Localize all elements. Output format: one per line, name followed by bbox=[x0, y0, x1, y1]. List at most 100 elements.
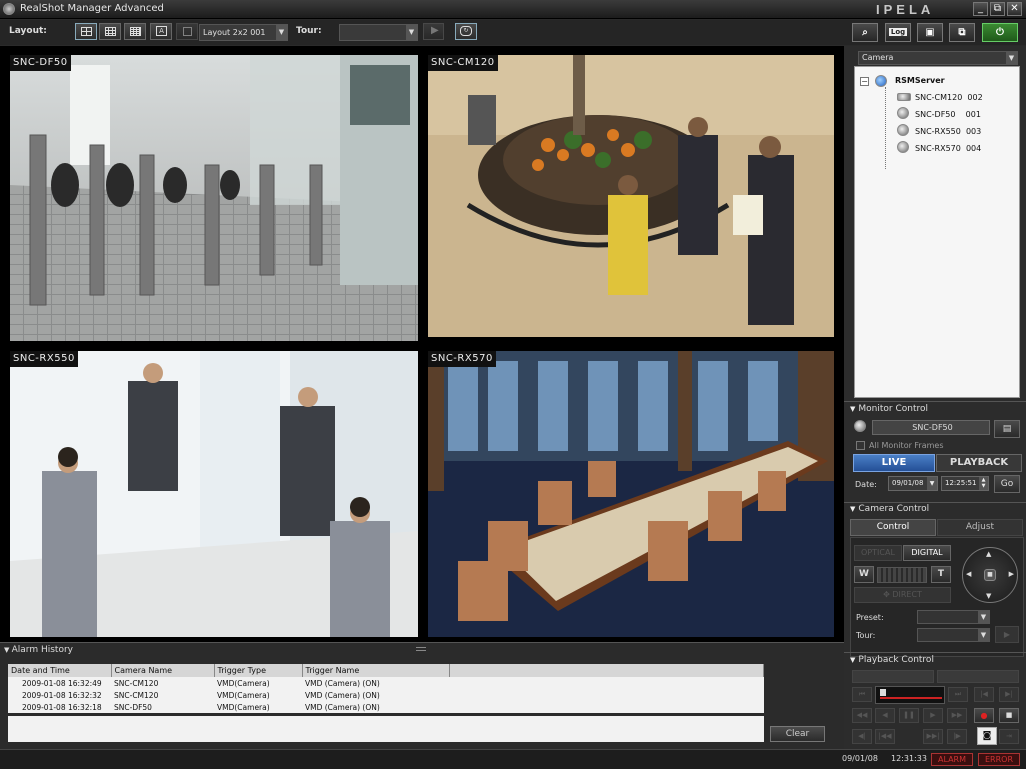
export-icon: ⇥ bbox=[1006, 732, 1012, 740]
close-button[interactable]: ✕ bbox=[1007, 2, 1022, 16]
alarm-history-title[interactable]: ▼ Alarm History bbox=[4, 645, 73, 655]
error-indicator[interactable]: ERROR bbox=[978, 753, 1020, 766]
ptz-direction-pad[interactable]: ▲ ▼ ◀ ▶ ■ bbox=[962, 547, 1018, 603]
next-clip-icon: ▶▶| bbox=[926, 732, 940, 740]
playback-timeline[interactable] bbox=[875, 686, 945, 704]
collapse-triangle-icon: ▼ bbox=[850, 656, 856, 664]
prev-frame-button[interactable]: ◀| bbox=[852, 729, 872, 744]
pan-up-icon[interactable]: ▲ bbox=[986, 550, 991, 558]
monitor-control-title[interactable]: ▼ Monitor Control bbox=[850, 404, 928, 414]
camera-view-select[interactable]: Camera ▼ bbox=[858, 51, 1018, 65]
date-field[interactable]: 09/01/08 ▼ bbox=[888, 476, 938, 491]
tour-select[interactable]: ▼ bbox=[339, 24, 418, 41]
ptz-camera-icon bbox=[897, 124, 909, 136]
cell-trigger-name: VMD (Camera) (ON) bbox=[302, 689, 449, 701]
tab-control[interactable]: Control bbox=[850, 519, 936, 536]
record-button[interactable]: ● bbox=[974, 708, 994, 723]
maximize-button[interactable]: ⧉ bbox=[990, 2, 1005, 16]
next-frame-button[interactable]: |▶ bbox=[947, 729, 967, 744]
sequence-button[interactable]: ↻ bbox=[455, 23, 477, 40]
camera-control-title[interactable]: ▼ Camera Control bbox=[850, 504, 929, 514]
monitor-settings-button[interactable]: ▤ bbox=[994, 420, 1020, 438]
direct-icon: ✥ bbox=[883, 590, 893, 599]
pause-button[interactable]: ❚❚ bbox=[899, 708, 919, 723]
optical-zoom-button[interactable]: OPTICAL bbox=[854, 545, 902, 561]
fast-forward-button[interactable]: ▶▶ bbox=[947, 708, 967, 723]
stop-button[interactable]: ■ bbox=[999, 708, 1019, 723]
timeline-handle[interactable] bbox=[880, 689, 886, 696]
window-mode-button[interactable]: ⧉ bbox=[949, 23, 975, 42]
cell-trigger-type: VMD(Camera) bbox=[214, 677, 302, 689]
all-monitor-frames-checkbox[interactable] bbox=[856, 441, 865, 450]
live-button[interactable]: LIVE bbox=[853, 454, 935, 472]
table-row[interactable]: 2009-01-08 16:32:18 SNC-DF50 VMD(Camera)… bbox=[8, 701, 764, 713]
timeline-bar bbox=[880, 697, 942, 699]
go-button[interactable]: Go bbox=[994, 475, 1020, 493]
clear-button[interactable]: Clear bbox=[770, 726, 825, 742]
tree-collapse-icon[interactable]: − bbox=[860, 77, 869, 86]
playback-end-button[interactable]: ⏭ bbox=[948, 687, 968, 702]
next-mark-button[interactable]: ▶| bbox=[999, 687, 1019, 702]
zoom-tele-button[interactable]: T bbox=[931, 566, 951, 583]
cell-trigger-name: VMD (Camera) (ON) bbox=[302, 701, 449, 713]
layout-select[interactable]: Layout 2x2 001 ▼ bbox=[199, 24, 288, 41]
single-layout-button[interactable] bbox=[176, 23, 198, 40]
ptz-home-icon[interactable]: ■ bbox=[984, 569, 996, 581]
table-row[interactable]: 2009-01-08 16:32:32 SNC-CM120 VMD(Camera… bbox=[8, 689, 764, 701]
table-row[interactable]: 2009-01-08 16:32:49 SNC-CM120 VMD(Camera… bbox=[8, 677, 764, 689]
layout-3x3-button[interactable] bbox=[99, 23, 121, 40]
tree-server[interactable]: RSMServer bbox=[895, 76, 945, 85]
chevron-down-icon: ▼ bbox=[1006, 52, 1017, 64]
video-frame-1[interactable]: SNC-DF50 bbox=[10, 55, 418, 341]
search-tool-button[interactable]: ⌕ bbox=[852, 23, 878, 42]
direct-button[interactable]: ✥ DIRECT bbox=[854, 587, 951, 603]
minimize-button[interactable]: _ bbox=[973, 2, 988, 16]
pan-down-icon[interactable]: ▼ bbox=[986, 592, 991, 600]
playback-start-button[interactable]: ⏮ bbox=[852, 687, 872, 702]
column-header[interactable]: Camera Name bbox=[111, 664, 215, 677]
zoom-slider[interactable] bbox=[877, 567, 927, 583]
video-frame-2[interactable]: SNC-CM120 bbox=[428, 55, 834, 337]
text-layout-button[interactable]: A bbox=[150, 23, 172, 40]
splitter-handle[interactable] bbox=[416, 647, 426, 651]
cell-date: 2009-01-08 16:32:32 bbox=[8, 689, 111, 701]
preset-select[interactable]: ▼ bbox=[917, 610, 990, 624]
time-field[interactable]: 12:25:51 ▲ ▼ bbox=[941, 476, 989, 491]
digital-zoom-button[interactable]: DIGITAL bbox=[903, 545, 951, 561]
layout-4x4-button[interactable] bbox=[124, 23, 146, 40]
prev-clip-button[interactable]: |◀◀ bbox=[875, 729, 895, 744]
tour-play-button[interactable]: ▶ bbox=[423, 23, 444, 40]
layout-select-value: Layout 2x2 001 bbox=[203, 28, 266, 37]
column-header[interactable]: Trigger Name bbox=[302, 664, 450, 677]
next-clip-button[interactable]: ▶▶| bbox=[923, 729, 943, 744]
zoom-wide-button[interactable]: W bbox=[854, 566, 874, 583]
tree-camera-item[interactable]: SNC-DF50 001 bbox=[915, 110, 981, 119]
toolbox-button[interactable]: ▣ bbox=[917, 23, 943, 42]
rewind-fast-button[interactable]: ◀◀ bbox=[852, 708, 872, 723]
tree-camera-item[interactable]: SNC-RX550 003 bbox=[915, 127, 981, 136]
layout-2x2-button[interactable] bbox=[75, 23, 97, 40]
tree-camera-item[interactable]: SNC-CM120 002 bbox=[915, 93, 983, 102]
time-field-value: 12:25:51 bbox=[945, 479, 977, 487]
logout-button[interactable]: ⏻ bbox=[982, 23, 1018, 42]
video-frame-3[interactable]: SNC-RX550 bbox=[10, 351, 418, 637]
prev-mark-button[interactable]: |◀ bbox=[974, 687, 994, 702]
column-header[interactable]: Trigger Type bbox=[214, 664, 303, 677]
pan-left-icon[interactable]: ◀ bbox=[966, 570, 971, 578]
playback-button[interactable]: PLAYBACK bbox=[936, 454, 1022, 472]
tour-control-select[interactable]: ▼ bbox=[917, 628, 990, 642]
column-header[interactable]: Date and Time bbox=[8, 664, 112, 677]
log-button[interactable]: Log bbox=[885, 23, 911, 42]
snapshot-button[interactable]: ◙ bbox=[977, 727, 997, 745]
pan-right-icon[interactable]: ▶ bbox=[1009, 570, 1014, 578]
alarm-indicator[interactable]: ALARM bbox=[931, 753, 973, 766]
tab-adjust[interactable]: Adjust bbox=[937, 519, 1023, 536]
rewind-button[interactable]: ◀ bbox=[875, 708, 895, 723]
play-button[interactable]: ▶ bbox=[923, 708, 943, 723]
chevron-down-icon: ▼ bbox=[978, 629, 989, 641]
tree-camera-item[interactable]: SNC-RX570 004 bbox=[915, 144, 981, 153]
export-button[interactable]: ⇥ bbox=[999, 729, 1019, 744]
tour-control-play-button[interactable]: ▶ bbox=[995, 626, 1019, 643]
video-frame-4[interactable]: SNC-RX570 bbox=[428, 351, 834, 637]
playback-control-title[interactable]: ▼ Playback Control bbox=[850, 655, 934, 665]
